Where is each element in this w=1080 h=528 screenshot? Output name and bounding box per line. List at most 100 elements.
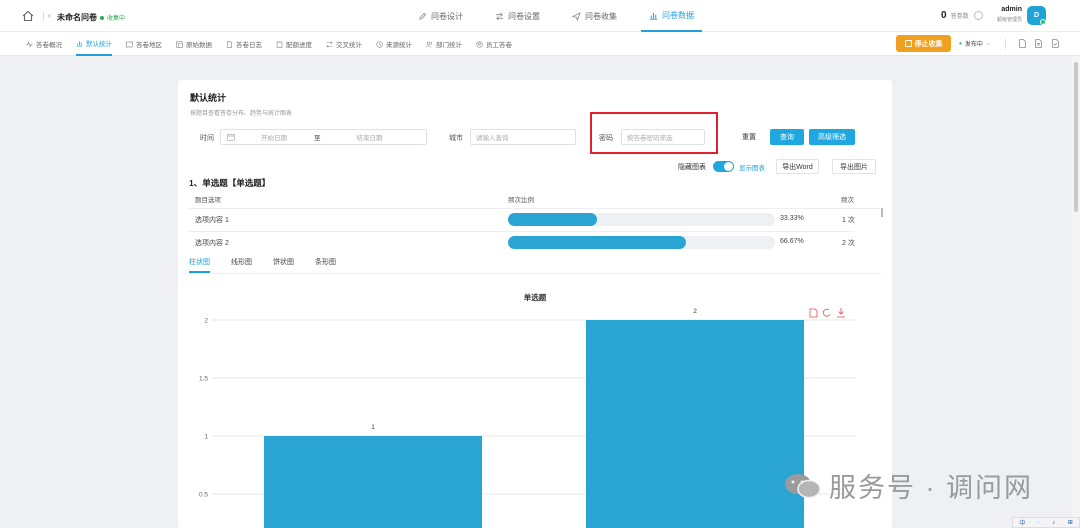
- nav-survey-design[interactable]: 问卷设计: [410, 0, 471, 32]
- user-circle-icon: [476, 40, 483, 48]
- tab-default-stats[interactable]: 默认统计: [76, 32, 112, 56]
- document-icon[interactable]: [1019, 39, 1026, 48]
- advanced-filter-button[interactable]: 高级筛选: [809, 129, 855, 145]
- toolbox-doc-icon[interactable]: [809, 308, 818, 318]
- tab-answer-log[interactable]: 答卷日志: [226, 32, 262, 56]
- tab-horizontal-bar-chart[interactable]: 条形图: [315, 257, 336, 273]
- nav-survey-settings[interactable]: 问卷设置: [487, 0, 548, 32]
- divider: [1005, 39, 1006, 49]
- toolbox-download-icon[interactable]: [837, 308, 845, 318]
- tray-item[interactable]: ·: [1038, 520, 1040, 526]
- bar-chart-icon: [649, 12, 658, 20]
- table-icon: [176, 40, 183, 48]
- stop-collect-label: 停止收集: [914, 40, 943, 48]
- ratio-bar-track: [508, 236, 775, 249]
- sub-nav-bar: 答卷概况 默认统计 答卷地区 原始数据 答卷日志 配额进度 交叉统计 来源统计 …: [0, 32, 1080, 56]
- user-name: admin: [1001, 6, 1022, 13]
- cross-arrows-icon: [326, 40, 333, 48]
- bar-data-label: 2: [693, 308, 697, 315]
- tab-answer-overview[interactable]: 答卷概况: [26, 32, 62, 56]
- clock-icon: [376, 40, 383, 48]
- bar-data-label: 1: [371, 424, 375, 431]
- city-label: 城市: [449, 135, 463, 142]
- chart-type-tabs: 柱状图 线形图 饼状图 条形图: [189, 257, 357, 273]
- nav-survey-collect[interactable]: 问卷收集: [564, 0, 625, 32]
- watermark-text: 服务号 · 调问网: [829, 473, 1033, 503]
- tab-quota-progress[interactable]: 配额进度: [276, 32, 312, 56]
- publish-status-dropdown[interactable]: • 发布中 ⌄: [959, 39, 991, 48]
- start-date-placeholder: 开始日期: [261, 135, 287, 142]
- tab-line-chart[interactable]: 线形图: [231, 257, 252, 273]
- pulse-icon: [26, 40, 33, 48]
- count-text: 1 次: [842, 217, 855, 224]
- nav-survey-data[interactable]: 问卷数据: [641, 0, 702, 32]
- watermark: 服务号 · 调问网: [783, 466, 1033, 505]
- nav-label: 问卷设置: [508, 11, 540, 21]
- tab-label: 默认统计: [86, 41, 112, 48]
- page-scrollbar[interactable]: [1072, 56, 1080, 528]
- hide-chart-label: 隐藏图表: [678, 164, 706, 171]
- publish-dot-icon: •: [959, 39, 962, 48]
- pencil-icon: [419, 12, 427, 20]
- tab-label: 答卷地区: [136, 42, 162, 49]
- back-icon[interactable]: ‹: [48, 11, 51, 20]
- export-image-button[interactable]: 导出图片: [832, 159, 876, 174]
- bar: [264, 436, 482, 528]
- reset-button[interactable]: 重置: [735, 129, 763, 145]
- ratio-bar-fill: [508, 213, 597, 226]
- date-range-input[interactable]: 开始日期 至 结束日期: [220, 129, 427, 145]
- tab-employee-answers[interactable]: 员工答卷: [476, 32, 512, 56]
- tab-bar-chart[interactable]: 柱状图: [189, 257, 210, 273]
- table-scrollbar[interactable]: [881, 208, 883, 217]
- query-button[interactable]: 查询: [770, 129, 804, 145]
- row-divider: [189, 231, 854, 232]
- tray-item[interactable]: 中: [1019, 518, 1025, 527]
- ratio-bar-fill: [508, 236, 686, 249]
- calendar-icon: [227, 133, 235, 141]
- highlight-box: [590, 112, 718, 154]
- ratio-bar-track: [508, 213, 775, 226]
- bar: [586, 320, 804, 528]
- toolbox-refresh-icon[interactable]: [822, 308, 831, 317]
- top-bar: ‹ 未命名问卷 收集中 问卷设计 问卷设置 问卷收集 问卷数据 0 答卷数 ad…: [0, 0, 1080, 32]
- check-circle-icon[interactable]: [974, 11, 983, 20]
- tab-label: 配额进度: [286, 42, 312, 49]
- show-chart-label: 显示图表: [739, 165, 765, 172]
- column-header-option: 题目选项: [195, 197, 221, 204]
- tab-pie-chart[interactable]: 饼状图: [273, 257, 294, 273]
- nav-label: 问卷设计: [431, 11, 463, 21]
- file-check-icon[interactable]: [1052, 39, 1059, 48]
- tab-answer-region[interactable]: 答卷地区: [126, 32, 162, 56]
- date-range-separator: 至: [314, 135, 321, 142]
- tray-item[interactable]: ⊞: [1068, 519, 1073, 526]
- users-icon: [426, 41, 432, 47]
- home-icon[interactable]: [22, 10, 34, 22]
- tab-label: 员工答卷: [486, 42, 512, 49]
- ratio-percent: 33.33%: [780, 215, 804, 222]
- tray-item[interactable]: ♪: [1052, 520, 1055, 526]
- map-icon: [126, 40, 133, 48]
- city-input[interactable]: 请输入查询: [470, 129, 576, 145]
- scrollbar-thumb[interactable]: [1074, 62, 1078, 212]
- stop-collect-button[interactable]: 停止收集: [896, 35, 951, 52]
- tab-department-stats[interactable]: 部门统计: [426, 32, 462, 56]
- status-badge: 收集中: [100, 13, 125, 22]
- end-date-placeholder: 结束日期: [356, 135, 383, 142]
- main-nav: 问卷设计 问卷设置 问卷收集 问卷数据: [410, 0, 718, 32]
- tab-cross-stats[interactable]: 交叉统计: [326, 32, 362, 56]
- system-tray: 中 · ♪ ⊞: [1012, 517, 1080, 528]
- row-divider: [189, 208, 881, 209]
- show-chart-toggle[interactable]: [713, 161, 734, 172]
- user-info[interactable]: admin 超级管理员: [996, 6, 1022, 23]
- publish-status-label: 发布中: [964, 42, 983, 48]
- y-tick-label: 1.5: [199, 376, 208, 383]
- online-indicator: [1040, 19, 1046, 25]
- column-header-count: 频次: [841, 197, 854, 204]
- tab-raw-data[interactable]: 原始数据: [176, 32, 212, 56]
- file-text-icon[interactable]: [1035, 39, 1042, 48]
- data-tabs: 答卷概况 默认统计 答卷地区 原始数据 答卷日志 配额进度 交叉统计 来源统计 …: [26, 32, 526, 56]
- chart-tabs-divider: [189, 273, 881, 274]
- tab-source-stats[interactable]: 来源统计: [376, 32, 412, 56]
- column-header-ratio: 频次比例: [508, 197, 534, 204]
- export-word-button[interactable]: 导出Word: [776, 159, 819, 174]
